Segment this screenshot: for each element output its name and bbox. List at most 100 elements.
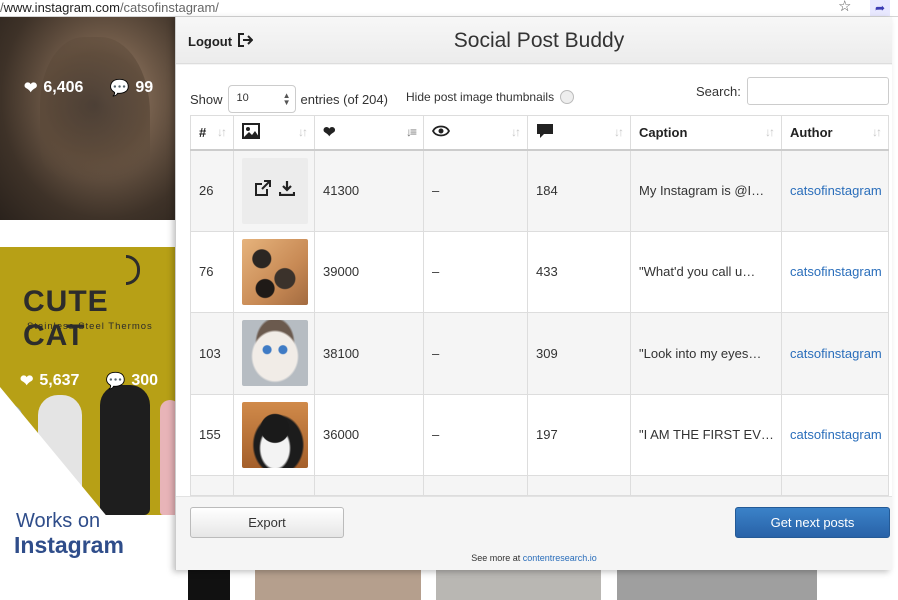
row-cell [631, 476, 782, 496]
entries-select-value: 10 [237, 92, 249, 104]
thumbnail-image[interactable] [242, 320, 308, 386]
see-more-text: See more at contentresearch.io [176, 553, 892, 563]
sort-icon: ↓↑ [298, 125, 306, 139]
row-caption: "I AM THE FIRST EV… [631, 394, 782, 476]
post-image-tattoo[interactable] [0, 17, 176, 220]
row-cell [191, 476, 234, 496]
column-number-label: # [199, 125, 206, 140]
row-number: 155 [191, 394, 234, 476]
sort-icon: ↓↑ [614, 125, 622, 139]
row-author-link[interactable]: catsofinstagram [782, 313, 889, 395]
table-row[interactable]: 103 38100 – 309 "Look into my eyes… cats… [191, 313, 889, 395]
row-likes: 39000 [315, 231, 424, 313]
row-caption: My Instagram is @I… [631, 150, 782, 232]
row-views: – [424, 394, 528, 476]
open-external-icon[interactable] [255, 180, 271, 201]
row-thumbnail [234, 150, 315, 232]
table-row[interactable] [191, 476, 889, 496]
panel-footer: Export Get next posts See more at conten… [176, 496, 892, 570]
see-more-prefix: See more at [471, 553, 520, 563]
search-label: Search: [696, 84, 741, 99]
row-thumbnail [234, 394, 315, 476]
entries-control: Show 10 ▲▼ entries (of 204) [190, 85, 388, 113]
post-image[interactable] [188, 570, 230, 600]
row-comments: 433 [528, 231, 631, 313]
table-header-row: # ↓↑ ↓↑ ❤ ↓≡ ↓↑ ↓↑ Caption ↓↑ Author↓↑ [191, 116, 889, 150]
ad-subtitle: Stainless Steel Thermos [27, 321, 153, 332]
table-row[interactable]: 26 41300 – 184 My Instagram is @I… catso… [191, 150, 889, 232]
select-arrows-icon: ▲▼ [283, 92, 291, 106]
posts-table: #↓↑ ↓↑ ❤↓≡ ↓↑ ↓↑ Caption↓↑ Author↓↑ 26 [190, 115, 889, 496]
ad-title: CUTE CAT [23, 285, 176, 353]
table-row[interactable]: 76 39000 – 433 "What'd you call u… catso… [191, 231, 889, 313]
sort-desc-icon: ↓≡ [406, 125, 415, 139]
search-control: Search: [696, 77, 889, 105]
promo-works-on: Works on [16, 510, 100, 533]
row-thumbnail [234, 313, 315, 395]
promo-diagonal [0, 387, 176, 600]
search-input[interactable] [747, 77, 889, 105]
get-next-posts-button[interactable]: Get next posts [735, 507, 890, 538]
row-cell [424, 476, 528, 496]
heart-icon: ❤ [323, 124, 336, 141]
sort-icon: ↓↑ [217, 125, 225, 139]
comment-icon: 💬 [109, 78, 129, 98]
bookmark-star-icon[interactable]: ☆ [838, 0, 851, 15]
column-header-views[interactable]: ↓↑ [424, 116, 528, 150]
thumbnail-image[interactable] [242, 402, 308, 468]
url-text[interactable]: /www.instagram.com/catsofinstagram/ [0, 0, 219, 16]
row-cell [234, 476, 315, 496]
row-views: – [424, 231, 528, 313]
sort-icon: ↓↑ [511, 125, 519, 139]
post1-stats: ❤6,406 💬99 [24, 78, 153, 98]
extension-icon[interactable]: ➦ [870, 0, 890, 16]
sort-icon: ↓↑ [765, 125, 773, 139]
post-image[interactable] [436, 570, 601, 600]
panel-header: Logout Social Post Buddy [176, 17, 892, 64]
social-post-buddy-panel: Logout Social Post Buddy Show 10 ▲▼ entr… [175, 17, 891, 570]
row-author-link[interactable]: catsofinstagram [782, 231, 889, 313]
entries-select[interactable]: 10 ▲▼ [228, 85, 296, 113]
promo-instagram: Instagram [14, 532, 124, 559]
column-caption-label: Caption [639, 125, 687, 140]
row-comments: 309 [528, 313, 631, 395]
row-author-link[interactable]: catsofinstagram [782, 150, 889, 232]
row-views: – [424, 150, 528, 232]
row-caption: "What'd you call u… [631, 231, 782, 313]
column-header-author[interactable]: Author↓↑ [782, 116, 889, 150]
contentresearch-link[interactable]: contentresearch.io [523, 553, 597, 563]
table-row[interactable]: 155 36000 – 197 "I AM THE FIRST EV… cats… [191, 394, 889, 476]
cat-tail-logo [126, 255, 140, 285]
post-image[interactable] [617, 570, 817, 600]
row-cell [782, 476, 889, 496]
url-host: www.instagram.com [4, 0, 120, 15]
column-header-number[interactable]: # ↓↑ [191, 116, 234, 150]
row-likes: 38100 [315, 313, 424, 395]
sort-icon: ↓↑ [872, 125, 880, 139]
eye-icon [432, 125, 450, 140]
thumbnail-image[interactable] [242, 239, 308, 305]
download-icon[interactable] [279, 180, 295, 201]
column-header-image[interactable]: ↓↑ [234, 116, 315, 150]
row-comments: 184 [528, 150, 631, 232]
export-button[interactable]: Export [190, 507, 344, 538]
row-thumbnail [234, 231, 315, 313]
hide-thumbnails-control: Hide post image thumbnails [406, 90, 574, 104]
image-icon [242, 127, 260, 142]
column-header-caption[interactable]: Caption ↓↑ [631, 116, 782, 150]
heart-icon: ❤ [24, 78, 37, 98]
row-number: 103 [191, 313, 234, 395]
post-image[interactable] [255, 570, 421, 600]
column-header-likes[interactable]: ❤ ↓≡ [315, 116, 424, 150]
url-path: /catsofinstagram/ [120, 0, 219, 15]
column-header-comments[interactable]: ↓↑ [528, 116, 631, 150]
row-cell [315, 476, 424, 496]
hide-thumbnails-label: Hide post image thumbnails [406, 90, 554, 104]
row-cell [528, 476, 631, 496]
post1-comments: 99 [135, 79, 153, 97]
hide-thumbnails-toggle[interactable] [560, 90, 574, 104]
row-number: 76 [191, 231, 234, 313]
row-comments: 197 [528, 394, 631, 476]
browser-url-bar[interactable]: /www.instagram.com/catsofinstagram/ ☆ ➦ [0, 0, 898, 17]
row-author-link[interactable]: catsofinstagram [782, 394, 889, 476]
